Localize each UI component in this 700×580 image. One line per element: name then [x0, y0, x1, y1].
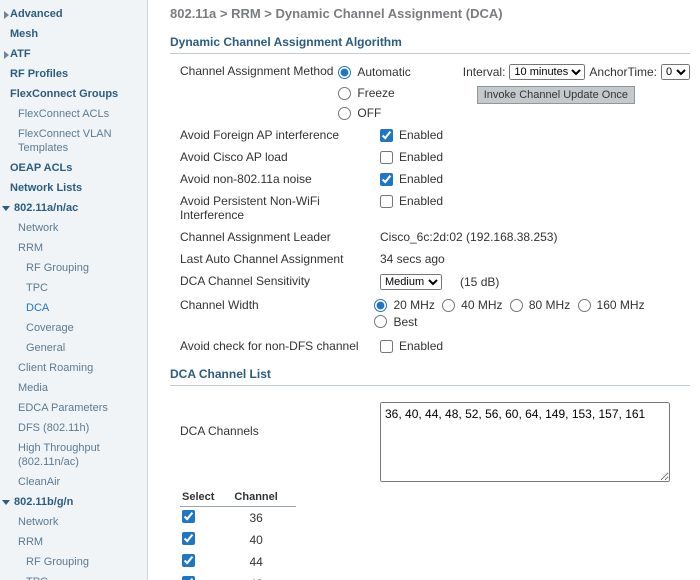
- cell-channel: 36: [232, 507, 295, 530]
- check-cisco-label: Enabled: [399, 150, 443, 164]
- radio-cw20-label: 20 MHz: [393, 298, 434, 312]
- radio-off-label: OFF: [357, 106, 381, 120]
- check-channel[interactable]: [182, 576, 195, 580]
- radio-cw40[interactable]: [442, 299, 455, 312]
- nav-a-ht[interactable]: High Throughput (802.11n/ac): [0, 438, 147, 472]
- check-nondfs-label: Enabled: [399, 339, 443, 353]
- radio-cw160-label: 160 MHz: [597, 298, 645, 312]
- value-sensitivity-db: (15 dB): [460, 275, 499, 289]
- radio-cw160[interactable]: [578, 299, 591, 312]
- nav-a-client-roaming[interactable]: Client Roaming: [0, 358, 147, 378]
- table-row: 48: [180, 573, 296, 580]
- section-dca-list-title: DCA Channel List: [170, 367, 690, 386]
- radio-freeze[interactable]: [338, 87, 351, 100]
- textarea-dca-channels[interactable]: [380, 402, 670, 482]
- label-leader: Channel Assignment Leader: [180, 230, 380, 244]
- radio-freeze-label: Freeze: [357, 86, 394, 100]
- radio-cwbest-label: Best: [393, 315, 417, 329]
- select-sensitivity[interactable]: Medium: [380, 274, 442, 290]
- select-anchor[interactable]: 0: [661, 64, 690, 80]
- label-method: Channel Assignment Method: [180, 64, 338, 78]
- cell-channel: 48: [232, 573, 295, 580]
- nav-a-edca[interactable]: EDCA Parameters: [0, 398, 147, 418]
- breadcrumb: 802.11a > RRM > Dynamic Channel Assignme…: [170, 6, 690, 21]
- value-leader: Cisco_6c:2d:02 (192.168.38.253): [380, 230, 557, 244]
- table-row: 44: [180, 551, 296, 573]
- nav-network-lists[interactable]: Network Lists: [0, 178, 147, 198]
- nav-a-coverage[interactable]: Coverage: [0, 318, 147, 338]
- nav-atf[interactable]: ATF: [0, 44, 147, 64]
- nav-flexconnect-acls[interactable]: FlexConnect ACLs: [0, 104, 147, 124]
- label-noise: Avoid non-802.11a noise: [180, 172, 380, 186]
- check-channel[interactable]: [182, 510, 195, 523]
- label-dca-channels: DCA Channels: [180, 402, 380, 438]
- check-channel[interactable]: [182, 554, 195, 567]
- nav-b-network[interactable]: Network: [0, 512, 147, 532]
- label-foreign: Avoid Foreign AP interference: [180, 128, 380, 142]
- nav-flexconnect-groups[interactable]: FlexConnect Groups: [0, 84, 147, 104]
- nav-a-rrm[interactable]: RRM: [0, 238, 147, 258]
- th-select: Select: [180, 488, 232, 507]
- nav-a-rf-grouping[interactable]: RF Grouping: [0, 258, 147, 278]
- nav-a-tpc[interactable]: TPC: [0, 278, 147, 298]
- nav-a-media[interactable]: Media: [0, 378, 147, 398]
- label-nondfs: Avoid check for non-DFS channel: [180, 339, 380, 353]
- radio-cwbest[interactable]: [374, 315, 387, 328]
- nav-b-tpc[interactable]: TPC: [0, 572, 147, 580]
- radio-off[interactable]: [338, 107, 351, 120]
- check-channel[interactable]: [182, 532, 195, 545]
- nav-b-rrm[interactable]: RRM: [0, 532, 147, 552]
- cell-channel: 44: [232, 551, 295, 573]
- label-sensitivity: DCA Channel Sensitivity: [180, 274, 380, 288]
- select-interval[interactable]: 10 minutes: [509, 64, 585, 80]
- nav-a-cleanair[interactable]: CleanAir: [0, 472, 147, 492]
- nav-mesh[interactable]: Mesh: [0, 24, 147, 44]
- nav-80211b[interactable]: 802.11b/g/n: [0, 492, 147, 512]
- check-noise[interactable]: [380, 173, 393, 186]
- check-nondfs[interactable]: [380, 340, 393, 353]
- th-channel: Channel: [232, 488, 295, 507]
- main-content: 802.11a > RRM > Dynamic Channel Assignme…: [148, 0, 700, 580]
- sidebar: Advanced Mesh ATF RF Profiles FlexConnec…: [0, 0, 148, 580]
- invoke-button[interactable]: Invoke Channel Update Once: [477, 86, 635, 104]
- nav-b-rf-grouping[interactable]: RF Grouping: [0, 552, 147, 572]
- label-lastauto: Last Auto Channel Assignment: [180, 252, 380, 266]
- check-foreign-label: Enabled: [399, 128, 443, 142]
- radio-cw80[interactable]: [510, 299, 523, 312]
- label-anchor: AnchorTime:: [589, 65, 657, 79]
- radio-cw20[interactable]: [374, 299, 387, 312]
- radio-automatic[interactable]: [338, 66, 351, 79]
- table-row: 40: [180, 529, 296, 551]
- radio-cw40-label: 40 MHz: [461, 298, 502, 312]
- channel-scroll-box[interactable]: Select Channel 364044485256: [180, 488, 470, 580]
- nav-80211a[interactable]: 802.11a/n/ac: [0, 198, 147, 218]
- label-chwidth: Channel Width: [180, 298, 374, 312]
- nav-a-network[interactable]: Network: [0, 218, 147, 238]
- check-persistent[interactable]: [380, 195, 393, 208]
- value-lastauto: 34 secs ago: [380, 252, 445, 266]
- radio-cw80-label: 80 MHz: [529, 298, 570, 312]
- label-interval: Interval:: [463, 65, 506, 79]
- check-cisco[interactable]: [380, 151, 393, 164]
- check-foreign[interactable]: [380, 129, 393, 142]
- table-row: 36: [180, 507, 296, 530]
- channel-table: Select Channel 364044485256: [180, 488, 296, 580]
- label-cisco: Avoid Cisco AP load: [180, 150, 380, 164]
- label-persistent: Avoid Persistent Non-WiFi Interference: [180, 194, 380, 222]
- check-persistent-label: Enabled: [399, 194, 443, 208]
- nav-a-dca[interactable]: DCA: [0, 298, 147, 318]
- nav-rf-profiles[interactable]: RF Profiles: [0, 64, 147, 84]
- nav-a-dfs[interactable]: DFS (802.11h): [0, 418, 147, 438]
- nav-advanced[interactable]: Advanced: [0, 4, 147, 24]
- check-noise-label: Enabled: [399, 172, 443, 186]
- radio-automatic-label: Automatic: [357, 65, 410, 79]
- nav-flexconnect-vlan-templates[interactable]: FlexConnect VLAN Templates: [0, 124, 147, 158]
- cell-channel: 40: [232, 529, 295, 551]
- nav-oeap-acls[interactable]: OEAP ACLs: [0, 158, 147, 178]
- section-algorithm-title: Dynamic Channel Assignment Algorithm: [170, 35, 690, 54]
- nav-a-general[interactable]: General: [0, 338, 147, 358]
